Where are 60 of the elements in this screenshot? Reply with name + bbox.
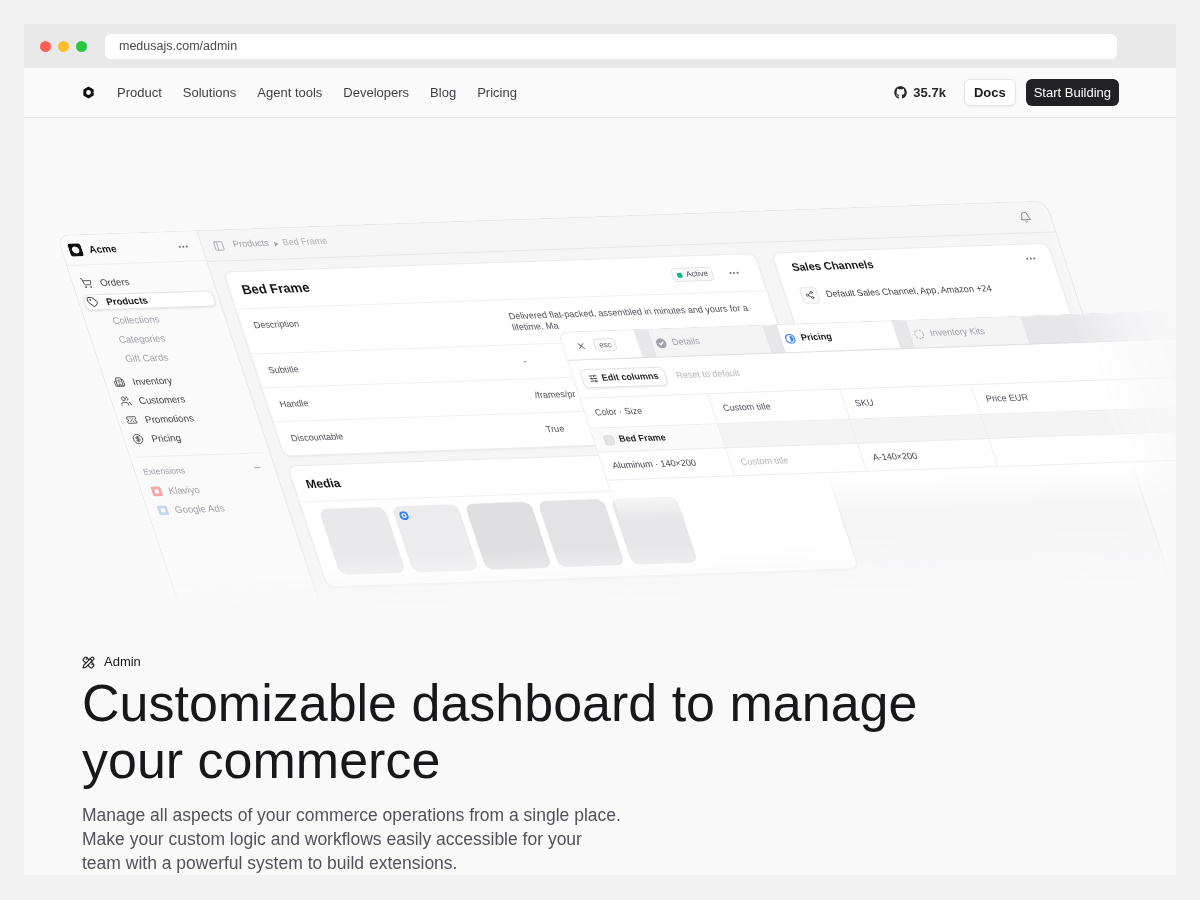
- github-link[interactable]: 35.7k: [894, 82, 946, 103]
- sidebar-toggle-icon[interactable]: [211, 239, 227, 252]
- sliders-icon: [587, 373, 600, 384]
- channel-list: Default Sales Channel, App, Amazon +24: [824, 282, 994, 302]
- sidebar-item[interactable]: Pricing: [127, 431, 186, 446]
- cell-input-field[interactable]: A-140×200: [866, 445, 987, 464]
- nav-link[interactable]: Agent tools: [257, 82, 323, 103]
- window-close-icon[interactable]: [40, 40, 51, 52]
- nav-link[interactable]: Product: [117, 82, 162, 103]
- dollar-coin-icon: [130, 433, 146, 445]
- eyebrow-label: Admin: [104, 653, 141, 672]
- docs-button[interactable]: Docs: [963, 79, 1016, 106]
- section-title: Extensions: [141, 466, 187, 476]
- hero-description: Manage all aspects of your commerce operations from a single place. Make your custom logic and workflows easily accessible for your team with a powerful system to build extensions.: [82, 804, 622, 875]
- start-building-button[interactable]: Start Building: [1025, 79, 1119, 106]
- nodes-icon: [798, 286, 821, 304]
- window-minimize-icon[interactable]: [58, 40, 69, 52]
- field-value: True: [543, 423, 567, 436]
- thumbnail-placeholder: [602, 434, 616, 445]
- breadcrumb-item: Bed Frame: [280, 234, 330, 250]
- thumbnail-badge-icon: [398, 511, 410, 521]
- field-label: Discountable: [289, 431, 345, 445]
- field-label: Subtitle: [266, 364, 301, 377]
- sidebar-item[interactable]: Promotions: [121, 411, 199, 427]
- field-value: -: [520, 356, 529, 368]
- edit-columns-button[interactable]: Edit columns: [578, 366, 669, 389]
- field-value: /frames/pr: [532, 388, 578, 402]
- hero-heading: Customizable dashboard to manage your commerce: [82, 675, 919, 789]
- ticket-icon: [124, 414, 140, 426]
- product-name: Bed Frame: [616, 430, 668, 446]
- sidebar-item[interactable]: Customers: [114, 392, 190, 408]
- sidebar-item[interactable]: Products: [81, 289, 217, 311]
- pencil-ruler-icon: [82, 655, 95, 669]
- buildings-icon: [111, 376, 127, 388]
- store-name: Acme: [86, 242, 119, 257]
- window-zoom-icon[interactable]: [76, 40, 87, 52]
- sidebar-item[interactable]: Inventory: [108, 374, 177, 389]
- status-label: Active: [685, 269, 710, 279]
- card-title: Sales Channels: [789, 256, 876, 275]
- media-title: Media: [303, 474, 343, 493]
- nav-link[interactable]: Solutions: [182, 82, 237, 103]
- nav-link[interactable]: Blog: [430, 82, 457, 103]
- cell-input-field[interactable]: Custom title: [734, 450, 856, 469]
- users-icon: [118, 395, 133, 407]
- nav-link[interactable]: Developers: [343, 82, 410, 103]
- store-logo-icon: [66, 243, 85, 257]
- close-icon[interactable]: [574, 340, 588, 351]
- tag-icon: [85, 296, 101, 308]
- triangle-icon: [273, 240, 279, 247]
- nav-link[interactable]: Pricing: [477, 82, 517, 103]
- field-label: Handle: [278, 398, 311, 411]
- github-icon: [894, 86, 908, 99]
- table-cell: Aluminum · 140×200: [610, 456, 699, 473]
- product-title: Bed Frame: [238, 279, 313, 300]
- logo-icon[interactable]: [82, 86, 95, 99]
- address-bar[interactable]: medusajs.com/admin: [105, 33, 1117, 59]
- cart-icon: [79, 277, 94, 289]
- field-label: Description: [252, 318, 302, 333]
- sidebar-item[interactable]: Orders: [76, 275, 135, 290]
- editor-tab[interactable]: Pricing: [775, 321, 902, 353]
